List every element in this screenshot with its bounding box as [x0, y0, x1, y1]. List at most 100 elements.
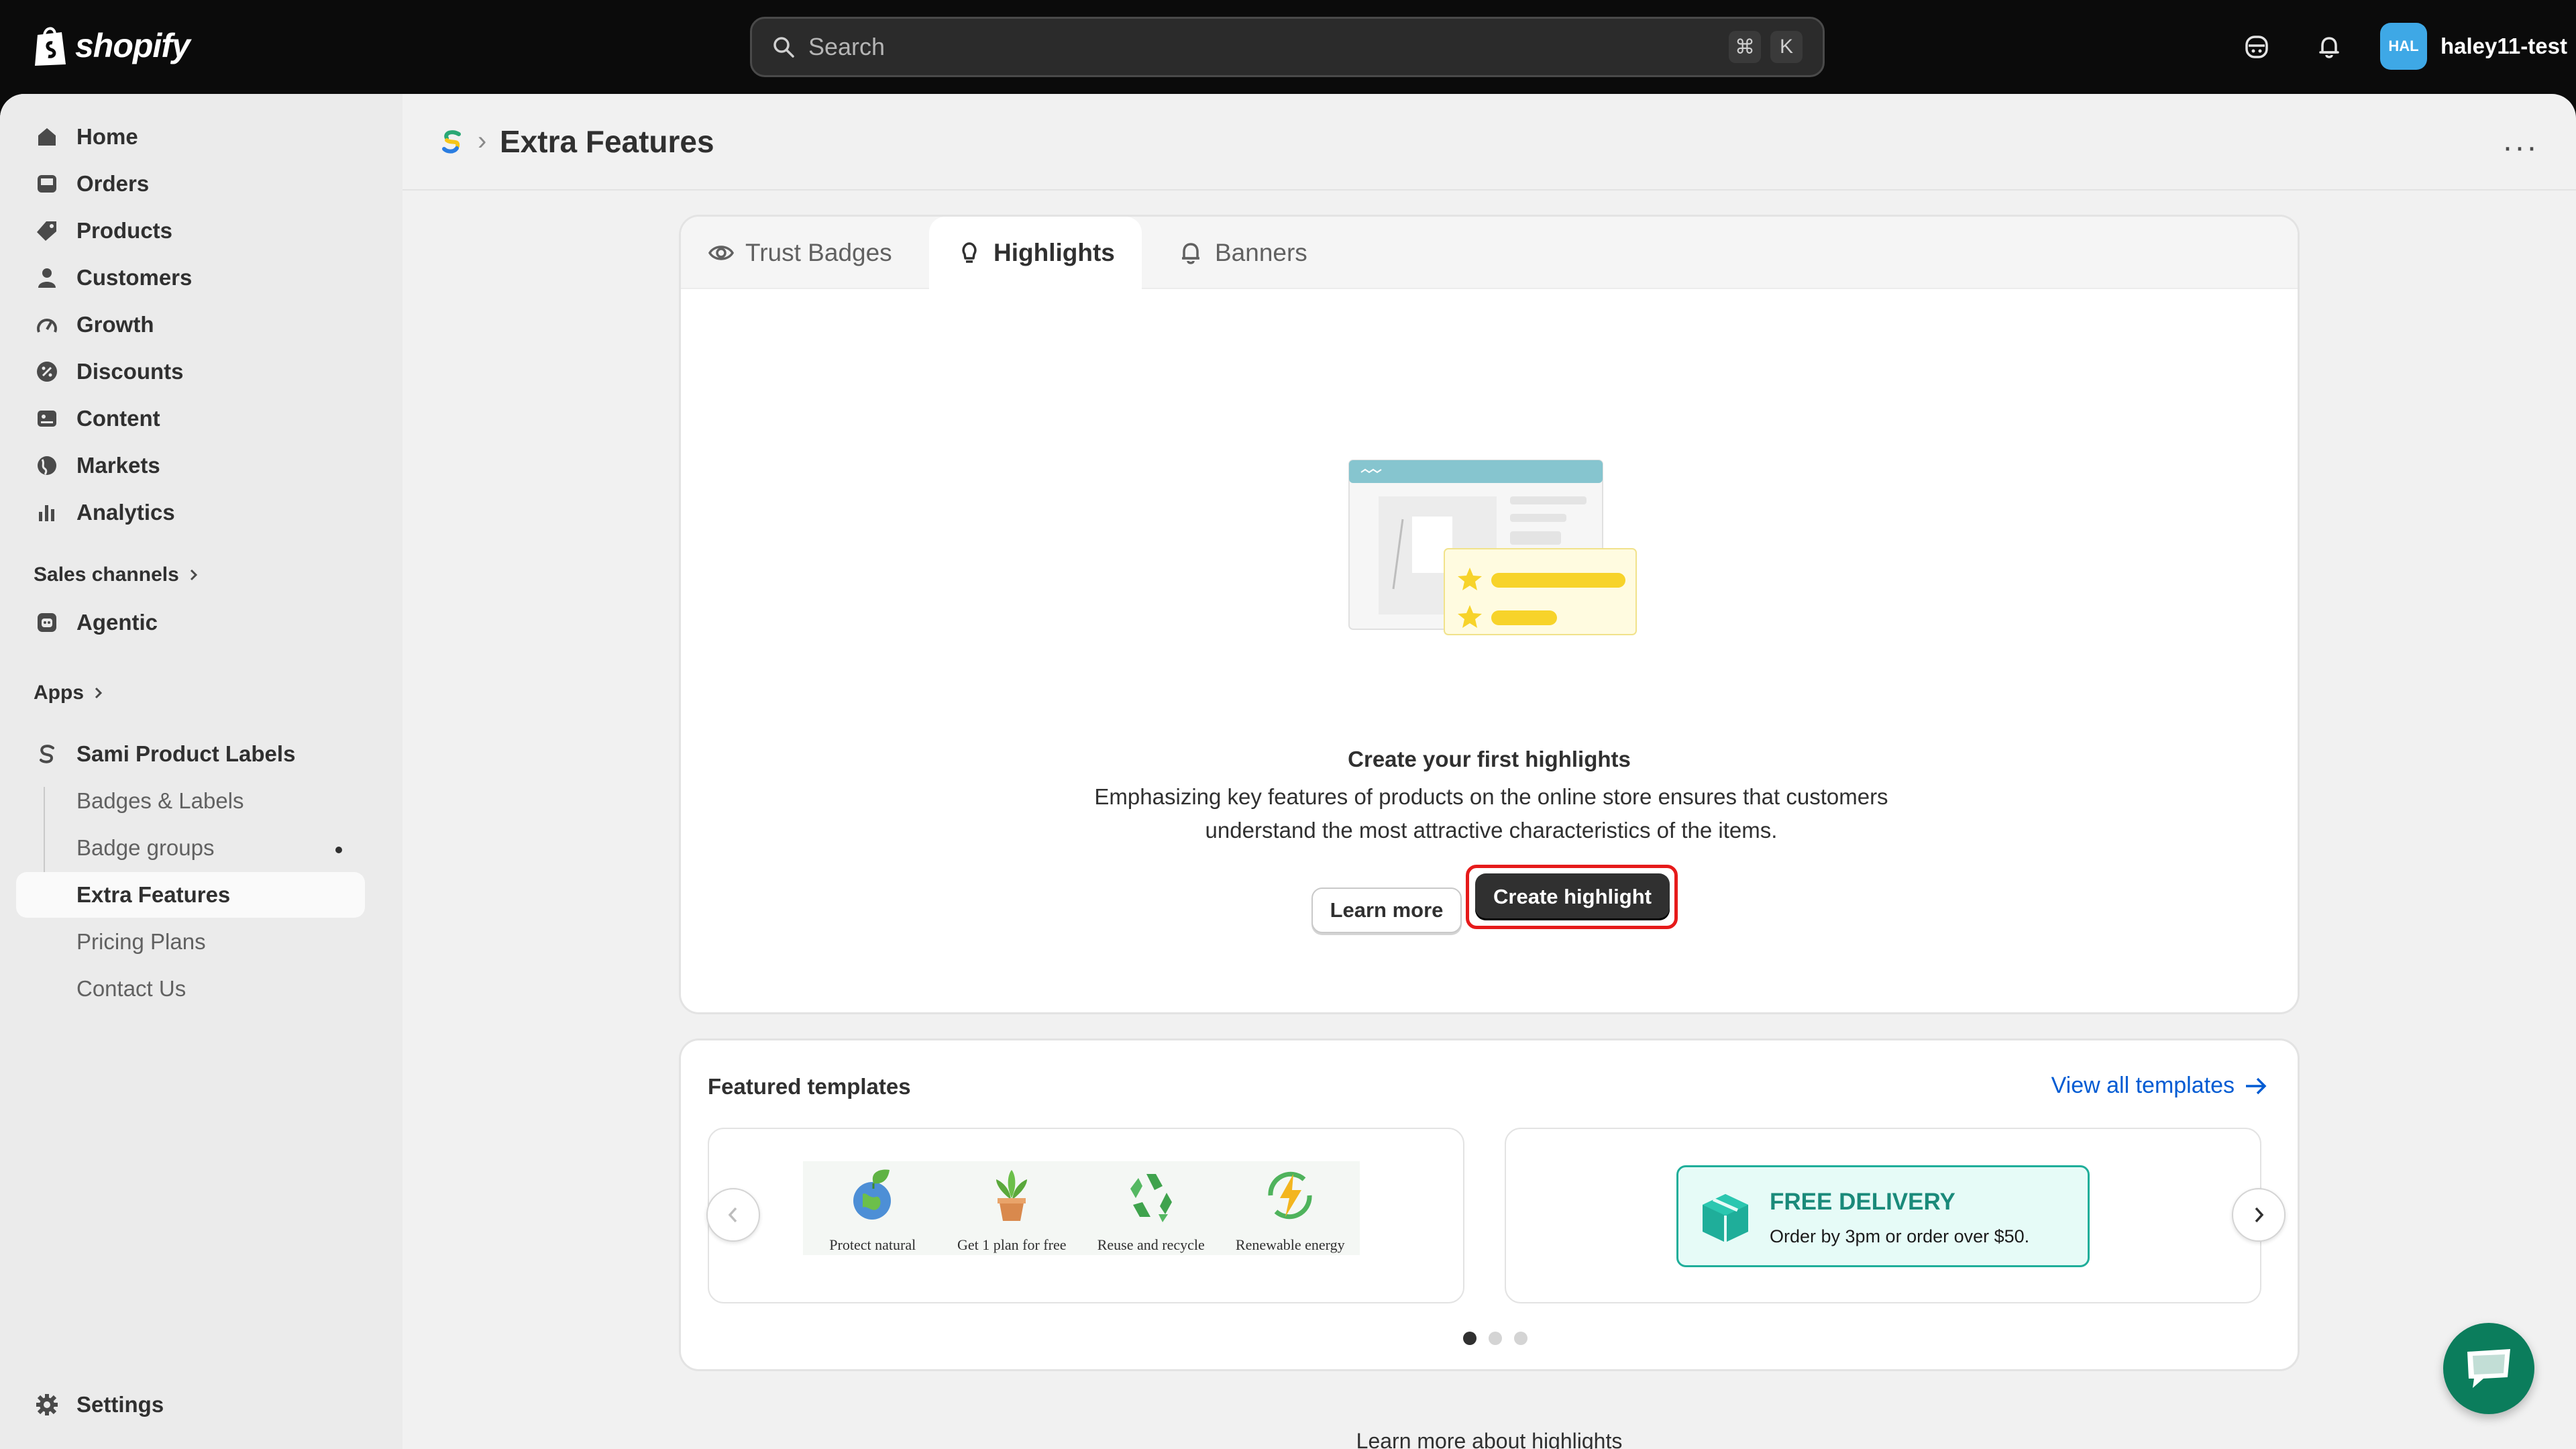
- sidebar-item-home[interactable]: Home: [16, 114, 365, 160]
- tab-label: Highlights: [994, 239, 1115, 266]
- sidebar-item-agentic[interactable]: Agentic: [16, 600, 365, 645]
- app-logo-icon[interactable]: [439, 129, 466, 159]
- template-highlight-caption: Protect natural: [829, 1236, 916, 1253]
- globe-icon: [34, 452, 60, 479]
- notifications-bell-icon[interactable]: [2312, 30, 2347, 64]
- sidebar-item-label: Home: [76, 124, 138, 149]
- chevron-right-icon: [95, 687, 103, 699]
- inbox-icon: [34, 170, 60, 197]
- carousel-dot[interactable]: [1514, 1332, 1527, 1345]
- template-highlight-item: Renewable energy: [1221, 1161, 1360, 1255]
- sidebar-item-sami-product-labels[interactable]: Sami Product Labels: [16, 731, 365, 777]
- sidekick-icon[interactable]: [2239, 30, 2274, 64]
- chevron-right-icon: [2255, 1207, 2264, 1223]
- carousel-dot[interactable]: [1463, 1332, 1477, 1345]
- carousel-pagination: [1463, 1332, 1527, 1345]
- avatar: HAL: [2380, 23, 2427, 70]
- view-all-templates-label: View all templates: [2051, 1073, 2235, 1098]
- template-card-banner[interactable]: FREE DELIVERY Order by 3pm or order over…: [1505, 1128, 2286, 1303]
- tab-highlights[interactable]: Highlights: [929, 217, 1142, 289]
- empty-state-description: Emphasizing key features of products on …: [1094, 784, 1888, 843]
- featured-templates-title: Featured templates: [708, 1074, 911, 1099]
- sidebar-subitem-label: Extra Features: [76, 882, 231, 907]
- template-highlight-item: Protect natural: [803, 1161, 943, 1255]
- tab-banners[interactable]: Banners: [1150, 217, 1334, 289]
- sidebar: Home Orders Products Customers Growth Di…: [0, 94, 402, 1449]
- search-bar[interactable]: Search ⌘ K: [750, 17, 1825, 77]
- feature-tabs: Trust Badges Highlights Banners: [681, 217, 2298, 289]
- carousel-dot[interactable]: [1489, 1332, 1502, 1345]
- tab-trust-badges[interactable]: Trust Badges: [681, 217, 919, 289]
- sidebar-subitem-badge-groups[interactable]: Badge groups: [16, 825, 365, 871]
- free-delivery-subtitle: Order by 3pm or order over $50.: [1770, 1226, 2030, 1246]
- apps-header[interactable]: Apps: [34, 682, 104, 704]
- free-delivery-banner: FREE DELIVERY Order by 3pm or order over…: [1676, 1165, 2090, 1267]
- learn-more-about-highlights-link[interactable]: Learn more about highlights: [679, 1429, 2300, 1449]
- featured-templates-card: Featured templates View all templates Pr…: [679, 1038, 2300, 1371]
- sidebar-subitem-badges-labels[interactable]: Badges & Labels: [16, 778, 365, 824]
- chevron-right-icon: [190, 569, 197, 581]
- lightbulb-icon: [962, 242, 977, 263]
- bell-glyph: [2319, 37, 2339, 58]
- admin-shell: Home Orders Products Customers Growth Di…: [0, 94, 2576, 1449]
- earth-plant-icon: [839, 1161, 906, 1228]
- sales-channels-header[interactable]: Sales channels: [34, 564, 199, 586]
- chat-support-button[interactable]: [2443, 1323, 2534, 1414]
- free-delivery-title: FREE DELIVERY: [1770, 1189, 1955, 1215]
- gauge-icon: [34, 311, 60, 338]
- agentic-icon: [34, 609, 60, 636]
- create-highlight-button[interactable]: Create highlight: [1475, 873, 1670, 920]
- sidebar-item-analytics[interactable]: Analytics: [16, 490, 365, 535]
- user-menu[interactable]: HAL haley11-test: [2380, 23, 2567, 70]
- shopify-bag-icon: [35, 27, 66, 66]
- sidebar-subitem-label: Badges & Labels: [76, 788, 244, 813]
- carousel-next-button[interactable]: [2232, 1188, 2286, 1242]
- sidebar-item-markets[interactable]: Markets: [16, 443, 365, 488]
- shopify-logo[interactable]: shopify: [32, 24, 191, 67]
- sidebar-subitem-pricing-plans[interactable]: Pricing Plans: [16, 919, 365, 965]
- apps-label: Apps: [34, 682, 84, 704]
- template-card-highlights[interactable]: Protect natural Get 1 plan for free Reus…: [706, 1128, 1464, 1303]
- sidebar-item-label: Growth: [76, 312, 154, 337]
- sidebar-subitem-label: Contact Us: [76, 976, 186, 1001]
- sidebar-item-orders[interactable]: Orders: [16, 161, 365, 207]
- learn-more-button[interactable]: Learn more: [1311, 888, 1462, 933]
- sidebar-subitem-extra-features[interactable]: Extra Features: [16, 872, 365, 918]
- eye-icon: [708, 246, 735, 260]
- sidebar-item-label: Orders: [76, 171, 150, 196]
- template-highlight-item: Get 1 plan for free: [943, 1161, 1082, 1255]
- empty-state-illustration: [1348, 460, 1637, 635]
- sidekick-glyph: [2245, 36, 2268, 58]
- chevron-left-icon: [728, 1207, 737, 1223]
- sidebar-item-label: Products: [76, 218, 173, 243]
- shortcut-k-key: K: [1770, 31, 1803, 63]
- empty-state-title: Create your first highlights: [1348, 747, 1631, 771]
- more-actions-button[interactable]: ···: [2502, 129, 2538, 166]
- discount-icon: [34, 358, 60, 385]
- template-highlight-caption: Get 1 plan for free: [957, 1236, 1067, 1253]
- view-all-templates-link[interactable]: View all templates: [2051, 1073, 2268, 1099]
- sidebar-subitem-contact-us[interactable]: Contact Us: [16, 966, 365, 1012]
- bell-icon: [1182, 243, 1199, 264]
- sidebar-item-label: Markets: [76, 453, 160, 478]
- highlights-card: Trust Badges Highlights Banners Create y…: [679, 215, 2300, 1014]
- brand-name: shopify: [75, 27, 191, 64]
- sidebar-item-growth[interactable]: Growth: [16, 302, 365, 347]
- person-icon: [34, 264, 60, 291]
- sales-channels-label: Sales channels: [34, 564, 179, 586]
- sidebar-subitem-label: Badge groups: [76, 835, 215, 860]
- sidebar-item-settings[interactable]: Settings: [16, 1382, 365, 1428]
- sidebar-item-label: Sami Product Labels: [76, 741, 296, 766]
- template-highlight-caption: Renewable energy: [1235, 1236, 1345, 1253]
- bar-chart-icon: [34, 499, 60, 526]
- sidebar-item-content[interactable]: Content: [16, 396, 365, 441]
- sidebar-item-customers[interactable]: Customers: [16, 255, 365, 301]
- template-highlight-caption: Reuse and recycle: [1097, 1236, 1205, 1253]
- sidebar-item-products[interactable]: Products: [16, 208, 365, 254]
- carousel-prev-button[interactable]: [706, 1188, 760, 1242]
- search-placeholder: Search: [808, 33, 885, 60]
- top-bar: shopify Search ⌘ K HAL haley11-test: [0, 0, 2576, 94]
- home-icon: [34, 123, 60, 150]
- sidebar-item-discounts[interactable]: Discounts: [16, 349, 365, 394]
- potted-plant-icon: [978, 1161, 1045, 1228]
